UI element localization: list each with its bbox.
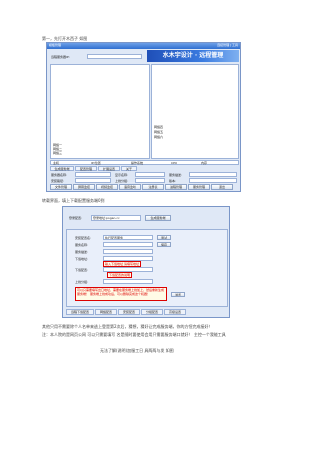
window-title-right: 连接管理 | 工具 bbox=[217, 43, 238, 47]
form-label: 服务名称: bbox=[75, 243, 89, 247]
bottom-tabs: 远程下载配置 网络配置 安装配置 分组配置 高级设置 bbox=[66, 309, 228, 316]
form-input[interactable] bbox=[135, 178, 165, 183]
caption-4: 注：本人院的是网页公网 可以只需要填写 名是随时要使用会用只需要服务端口就好！ … bbox=[42, 332, 226, 337]
video-monitor-button[interactable]: 视频监控 bbox=[96, 184, 118, 190]
browse-button[interactable]: 浏览 bbox=[171, 292, 185, 297]
tab-extend[interactable]: 扩展设置 bbox=[98, 166, 120, 171]
form-label: 服务描述: bbox=[75, 250, 89, 254]
process-button[interactable]: 进程管理 bbox=[165, 184, 187, 190]
host-list[interactable]: 网络一 网络二 网络三 bbox=[50, 64, 150, 159]
screenshot-1: 模板管理 连接管理 | 工具 水木宇设计 · 远程管理 远程服务器IP: 网络一… bbox=[46, 42, 241, 192]
status-col: 内存 bbox=[201, 161, 208, 165]
audio-button[interactable]: 语音监听 bbox=[119, 184, 141, 190]
test-button[interactable]: 测试 bbox=[157, 235, 171, 240]
status-col: IP/位置 bbox=[91, 161, 101, 165]
tab-network[interactable]: 网络配置 bbox=[95, 309, 117, 315]
tree-item: 网络六 bbox=[154, 135, 164, 139]
toolbar: 文件管理 屏幕监控 视频监控 语音监听 注册表 进程管理 服务管理 退出 bbox=[50, 184, 239, 191]
window-title: 模板管理 bbox=[49, 43, 62, 47]
form-label: 服务描述: bbox=[169, 173, 183, 177]
tab-install[interactable]: 安装配置 bbox=[118, 309, 140, 315]
status-col: 操作系统 bbox=[131, 161, 144, 165]
window-title-bar: 模板管理 连接管理 | 工具 bbox=[47, 43, 240, 49]
tab-advanced[interactable]: 高级设置 bbox=[164, 309, 186, 315]
screenshot-2: 登录配置: 登录地址:pogan.cc 生成服务端 安装配置名: 执行配置服务 … bbox=[62, 206, 230, 318]
detail-panel: 网络四 网络五 网络六 bbox=[151, 64, 239, 159]
form-input[interactable]: 执行配置服务 bbox=[103, 235, 153, 240]
tab-config[interactable]: 配置管理 bbox=[75, 166, 97, 171]
registry-button[interactable]: 注册表 bbox=[142, 184, 164, 190]
form-label: 安装路径: bbox=[51, 179, 65, 183]
screen-monitor-button[interactable]: 屏幕监控 bbox=[73, 184, 95, 190]
tab-about[interactable]: 关于 bbox=[121, 166, 137, 171]
instruction-text-2: 服务端上线成功后，可以删除完成这个机器！ bbox=[89, 292, 150, 296]
app-banner: 水木宇设计 · 远程管理 bbox=[147, 50, 239, 62]
form-label: 显示名称: bbox=[115, 173, 129, 177]
form-input[interactable] bbox=[75, 178, 111, 183]
form-input[interactable] bbox=[189, 172, 237, 177]
save-button[interactable]: 保存 bbox=[157, 242, 171, 247]
tree-item: 网络四 bbox=[154, 125, 164, 129]
exit-button[interactable]: 退出 bbox=[211, 184, 233, 190]
caption-1: 第一，先打开木西子 如图 bbox=[42, 36, 88, 41]
form-input[interactable] bbox=[189, 178, 237, 183]
tab-generate[interactable]: 生成服务端 bbox=[50, 166, 74, 171]
tree-item[interactable]: 网络三 bbox=[53, 151, 62, 155]
file-manager-button[interactable]: 文件管理 bbox=[50, 184, 72, 190]
caption-2: 转载界面，填上下载配置服务端0到 bbox=[42, 198, 105, 203]
instruction-callout: 可以只需要填写出口地址，需要在服务端上线加上，然后重新生成服务端！ 服务端上线成… bbox=[75, 287, 167, 301]
form-input[interactable] bbox=[103, 242, 153, 247]
form-input[interactable] bbox=[135, 172, 165, 177]
service-button[interactable]: 服务管理 bbox=[188, 184, 210, 190]
form-panel: 安装配置名: 执行配置服务 测试 服务名称: 保存 服务描述: 下载地址: 输入… bbox=[66, 229, 228, 307]
generate-server-button[interactable]: 生成服务端 bbox=[145, 215, 171, 221]
form-label: 上线分组: bbox=[115, 179, 129, 183]
form-label: 版本: bbox=[169, 179, 177, 183]
caption-5: 无法了解(说明)加服工日 具两两与发 如图 bbox=[100, 348, 174, 353]
status-col: 主机 bbox=[53, 161, 60, 165]
login-address-input[interactable]: 登录地址:pogan.cc bbox=[91, 215, 141, 221]
form-label: 服务器名称: bbox=[51, 173, 68, 177]
form-input[interactable] bbox=[103, 279, 153, 284]
caption-3: 其他只用不需要除个人名单来逃上登是第2次后，猜想，猜好让完成服务端，你的方恒完成… bbox=[42, 324, 213, 329]
tab-remote-download[interactable]: 远程下载配置 bbox=[66, 309, 94, 315]
status-header: 主机 IP/位置 操作系统 CPU 内存 bbox=[50, 160, 239, 165]
ip-input[interactable] bbox=[87, 54, 142, 59]
tab-group[interactable]: 分组配置 bbox=[141, 309, 163, 315]
form-input[interactable] bbox=[75, 172, 111, 177]
form-label: 上线分组: bbox=[75, 280, 89, 284]
form-label: 下载配置: bbox=[75, 268, 89, 272]
status-col: CPU bbox=[171, 161, 178, 165]
form-label: 下载地址: bbox=[75, 257, 89, 261]
form-input[interactable] bbox=[103, 249, 153, 254]
left-label: 远程服务器IP: bbox=[51, 55, 70, 59]
tree-item: 网络五 bbox=[154, 130, 164, 134]
download-config-callout: 下载配置的说明 bbox=[107, 272, 133, 278]
top-label: 登录配置: bbox=[69, 216, 83, 220]
form-label: 安装配置名: bbox=[75, 236, 92, 240]
